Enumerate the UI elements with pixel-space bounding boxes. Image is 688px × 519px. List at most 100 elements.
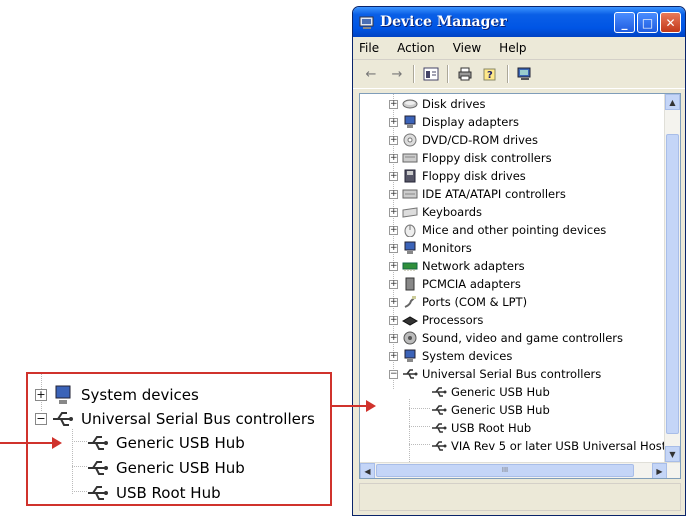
menu-view[interactable]: View [453, 41, 481, 55]
left-pointer-arrow-head [52, 437, 62, 449]
expand-toggle[interactable]: + [389, 333, 398, 343]
tree-item-network-adapters[interactable]: + Network adapters [389, 257, 525, 275]
tree-item-ports[interactable]: + Ports (COM & LPT) [389, 293, 527, 311]
expand-toggle[interactable]: + [389, 189, 398, 199]
expand-toggle[interactable]: + [389, 351, 398, 361]
expand-toggle[interactable]: + [389, 279, 398, 289]
callout-arrow-head [366, 400, 376, 412]
tree-item-generic-usb-hub-2[interactable]: Generic USB Hub [431, 401, 550, 419]
scroll-right-button[interactable]: ▶ [652, 463, 667, 478]
expand-toggle[interactable]: + [389, 207, 398, 217]
zoom-item-generic-usb-hub: Generic USB Hub [86, 432, 245, 454]
toolbar-separator [507, 65, 509, 83]
tree-item-usb-controllers[interactable]: − Universal Serial Bus controllers [389, 365, 601, 383]
forward-icon[interactable]: → [387, 64, 407, 84]
expand-toggle[interactable]: + [389, 99, 398, 109]
tree-item-display-adapters[interactable]: + Display adapters [389, 113, 519, 131]
properties-icon[interactable] [421, 64, 441, 84]
menu-help[interactable]: Help [499, 41, 526, 55]
tree-item-system-devices[interactable]: + System devices [389, 347, 512, 365]
tree-item-label: Generic USB Hub [451, 403, 550, 417]
usb-icon [86, 482, 110, 504]
floppy-controller-icon [402, 151, 418, 166]
vertical-scroll-thumb[interactable] [666, 134, 679, 434]
tree-item-keyboards[interactable]: + Keyboards [389, 203, 482, 221]
system-device-icon [51, 384, 75, 406]
device-tree: + Disk drives + Display adapters + DVD/C… [360, 94, 678, 462]
expand-toggle[interactable]: + [389, 297, 398, 307]
usb-icon [431, 421, 447, 436]
tree-item-label: Processors [422, 313, 484, 327]
vertical-scrollbar[interactable]: ▲ ▼ [664, 94, 680, 462]
zoom-item-label: System devices [81, 386, 199, 404]
expand-toggle[interactable]: + [389, 117, 398, 127]
help-icon[interactable]: ? [481, 64, 501, 84]
tree-item-label: System devices [422, 349, 513, 363]
expand-toggle[interactable]: + [389, 243, 398, 253]
system-device-icon [402, 349, 418, 364]
menu-file[interactable]: File [359, 41, 379, 55]
tree-item-label: Ports (COM & LPT) [422, 295, 528, 309]
scroll-down-button[interactable]: ▼ [665, 446, 680, 462]
tree-item-disk-drives[interactable]: + Disk drives [389, 95, 485, 113]
tree-item-monitors[interactable]: + Monitors [389, 239, 472, 257]
floppy-drive-icon [402, 169, 418, 184]
display-adapter-icon [402, 115, 418, 130]
tree-item-label: Universal Serial Bus controllers [422, 367, 602, 381]
disk-drive-icon [402, 97, 418, 112]
tree-item-label: Keyboards [422, 205, 483, 219]
device-tree-panel: + Disk drives + Display adapters + DVD/C… [359, 93, 681, 479]
tree-item-usb-root-hub[interactable]: USB Root Hub [431, 419, 531, 437]
close-button[interactable]: ✕ [660, 12, 681, 33]
callout-arrow-line [332, 405, 368, 407]
scroll-up-button[interactable]: ▲ [665, 94, 680, 110]
pcmcia-icon [402, 277, 418, 292]
zoom-item-label: Generic USB Hub [116, 434, 245, 452]
tree-item-label: Floppy disk drives [422, 169, 526, 183]
usb-icon [402, 367, 418, 382]
zoom-item-usb-root-hub: USB Root Hub [86, 482, 221, 504]
expand-toggle[interactable]: + [389, 315, 398, 325]
zoom-callout: + System devices − Universal Serial Bus … [26, 372, 332, 506]
tree-item-ide-controllers[interactable]: + IDE ATA/ATAPI controllers [389, 185, 566, 203]
tree-item-dvd-cdrom-drives[interactable]: + DVD/CD-ROM drives [389, 131, 538, 149]
device-manager-window: Device Manager _ □ ✕ File Action View He… [352, 6, 686, 516]
expand-toggle[interactable]: + [389, 153, 398, 163]
toolbar: ← → ? [353, 60, 685, 89]
tree-item-label: USB Root Hub [451, 421, 532, 435]
tree-item-label: PCMCIA adapters [422, 277, 521, 291]
svg-text:?: ? [487, 70, 493, 81]
tree-item-label: Floppy disk controllers [422, 151, 552, 165]
tree-item-pcmcia-adapters[interactable]: + PCMCIA adapters [389, 275, 521, 293]
zoom-item-label: Universal Serial Bus controllers [81, 410, 315, 428]
tree-item-label: Sound, video and game controllers [422, 331, 624, 345]
expand-toggle[interactable]: + [389, 135, 398, 145]
scan-hardware-icon[interactable] [515, 64, 535, 84]
tree-item-generic-usb-hub[interactable]: Generic USB Hub [431, 383, 550, 401]
back-icon[interactable]: ← [361, 64, 381, 84]
tree-item-floppy-disk-drives[interactable]: + Floppy disk drives [389, 167, 526, 185]
expand-toggle[interactable]: + [389, 225, 398, 235]
tree-item-mice[interactable]: + Mice and other pointing devices [389, 221, 606, 239]
horizontal-scrollbar[interactable]: ◀ III ▶ [360, 462, 680, 478]
collapse-toggle[interactable]: − [389, 369, 398, 379]
tree-item-label: Mice and other pointing devices [422, 223, 607, 237]
title-bar[interactable]: Device Manager _ □ ✕ [353, 7, 685, 37]
tree-item-label: Disk drives [422, 97, 486, 111]
print-icon[interactable] [455, 64, 475, 84]
menu-action[interactable]: Action [397, 41, 435, 55]
left-pointer-arrow-line [0, 442, 54, 444]
expand-toggle[interactable]: + [389, 171, 398, 181]
tree-item-floppy-disk-controllers[interactable]: + Floppy disk controllers [389, 149, 552, 167]
zoom-item-generic-usb-hub-2: Generic USB Hub [86, 457, 245, 479]
usb-icon [431, 385, 447, 400]
minimize-button[interactable]: _ [614, 12, 635, 33]
expand-toggle[interactable]: + [389, 261, 398, 271]
tree-item-processors[interactable]: + Processors [389, 311, 483, 329]
mouse-icon [402, 223, 418, 238]
tree-item-sound-video-game[interactable]: + Sound, video and game controllers [389, 329, 623, 347]
tree-item-via-usb-host[interactable]: VIA Rev 5 or later USB Universal Host C [431, 437, 678, 455]
horizontal-scroll-thumb[interactable]: III [376, 464, 634, 477]
scroll-left-button[interactable]: ◀ [360, 463, 375, 478]
maximize-button[interactable]: □ [637, 12, 658, 33]
